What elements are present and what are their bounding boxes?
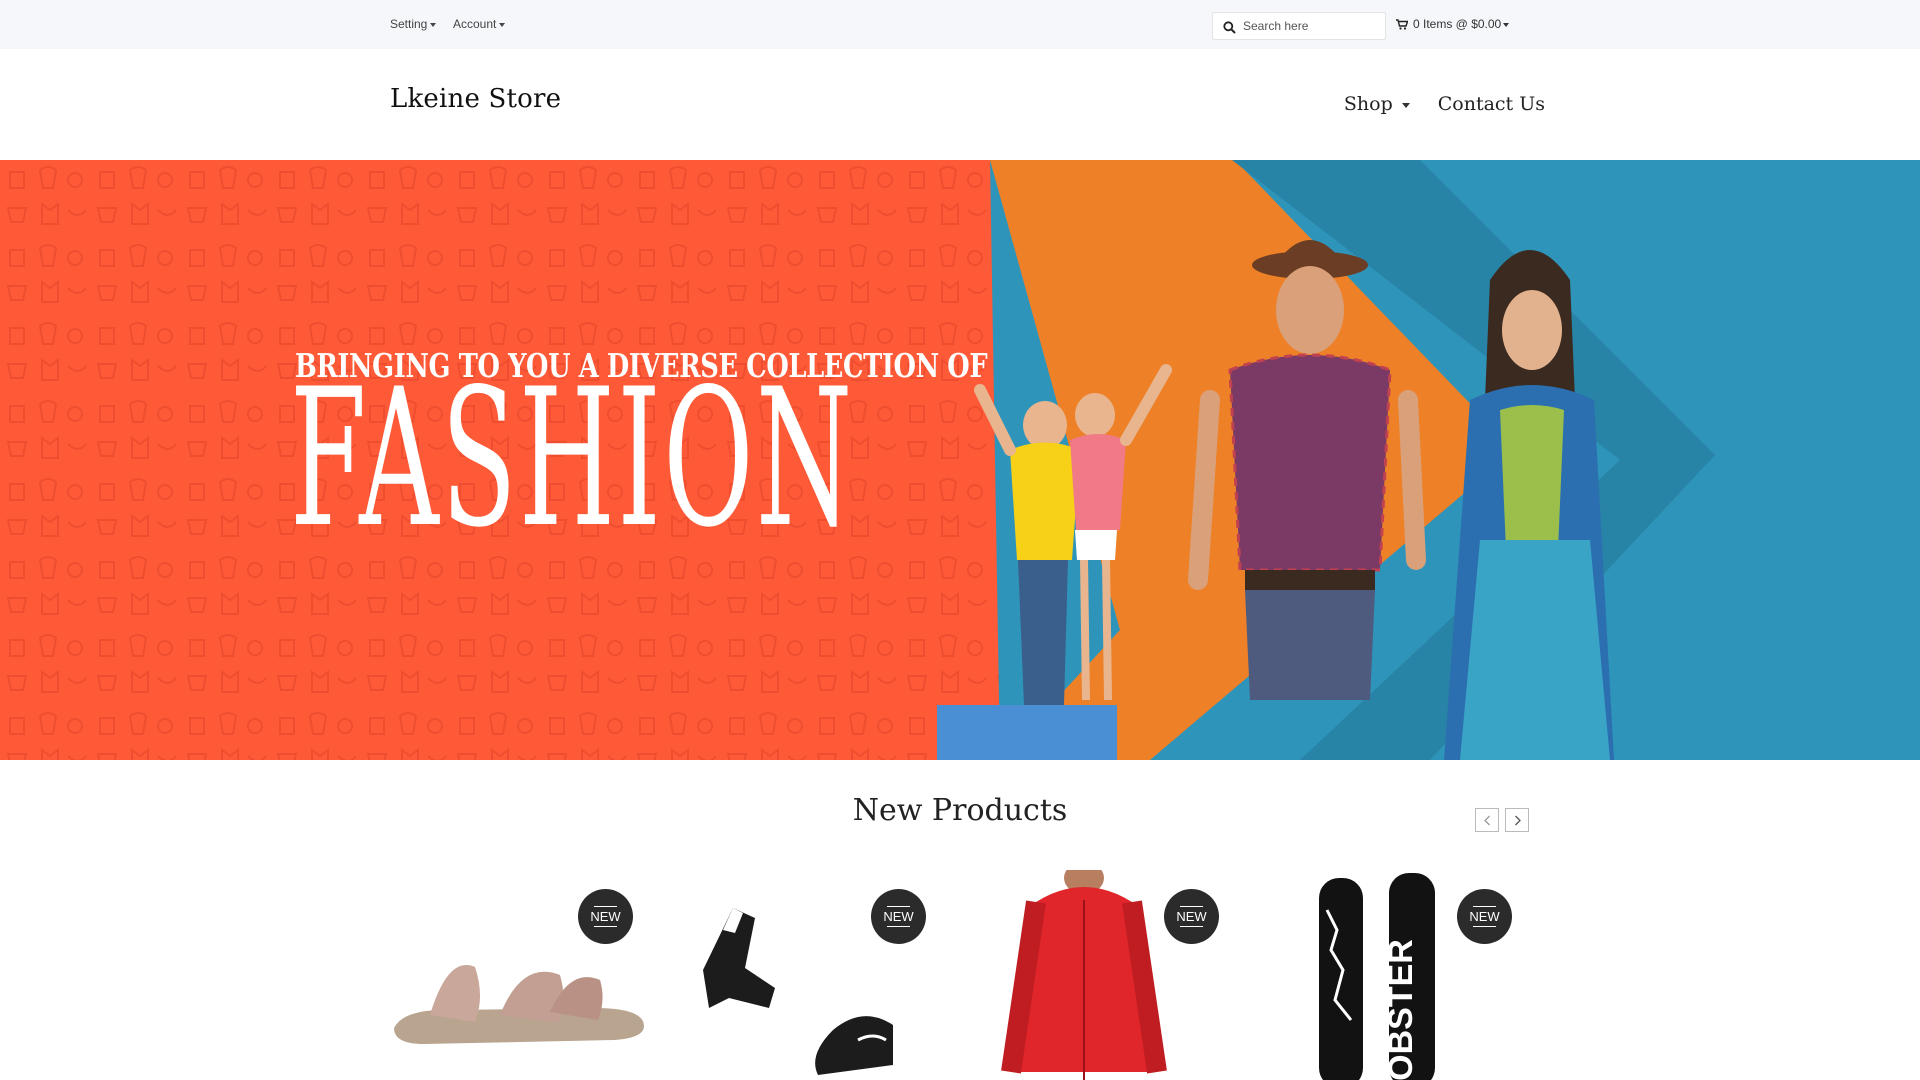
search-input[interactable] xyxy=(1243,17,1381,35)
new-badge: NEW xyxy=(871,889,926,944)
account-dropdown[interactable]: Account xyxy=(453,17,506,31)
caret-down-icon xyxy=(430,22,437,27)
carousel-next-button[interactable] xyxy=(1505,808,1529,832)
store-logo[interactable]: Lkeine Store xyxy=(390,84,561,114)
chevron-left-icon xyxy=(1484,815,1490,826)
product-card[interactable]: NEW xyxy=(976,870,1244,1080)
main-nav: Shop Contact Us xyxy=(1344,93,1545,115)
new-badge: NEW xyxy=(578,889,633,944)
search-box[interactable] xyxy=(1212,12,1386,40)
search-icon[interactable] xyxy=(1223,21,1236,34)
nav-contact-us[interactable]: Contact Us xyxy=(1438,93,1545,115)
nav-shop-label: Shop xyxy=(1343,93,1393,115)
product-card[interactable]: OBSTER NEW xyxy=(1269,870,1537,1080)
site-header: Lkeine Store Shop Contact Us xyxy=(0,49,1920,160)
hero-banner[interactable]: BRINGING TO YOU A DIVERSE COLLECTION OF … xyxy=(0,160,1920,760)
hero-background xyxy=(0,160,1920,760)
nav-shop[interactable]: Shop xyxy=(1344,93,1410,115)
product-carousel: NEW NEW NEW OBSTER NEW xyxy=(390,870,1530,1080)
new-badge: NEW xyxy=(1457,889,1512,944)
top-bar-container: Setting Account 0 Items @ $0.00 xyxy=(390,0,1530,49)
top-utility-bar: Setting Account 0 Items @ $0.00 xyxy=(0,0,1920,49)
caret-down-icon xyxy=(1503,22,1510,27)
setting-dropdown[interactable]: Setting xyxy=(390,17,437,31)
cart-dropdown[interactable]: 0 Items @ $0.00 xyxy=(1396,17,1510,31)
product-card[interactable]: NEW xyxy=(683,870,951,1080)
shopping-cart-icon xyxy=(1396,19,1409,30)
caret-down-icon xyxy=(499,22,506,27)
carousel-prev-button[interactable] xyxy=(1475,808,1499,832)
svg-text:OBSTER: OBSTER xyxy=(1382,939,1420,1080)
new-badge: NEW xyxy=(1164,889,1219,944)
pedestal xyxy=(937,705,1117,760)
chevron-right-icon xyxy=(1515,815,1521,826)
setting-label: Setting xyxy=(390,17,428,31)
hero-headline: FASHION xyxy=(290,348,855,569)
account-label: Account xyxy=(453,17,497,31)
section-title-new-products: New Products xyxy=(852,793,1068,828)
cart-summary: 0 Items @ $0.00 xyxy=(1413,17,1502,31)
product-card[interactable]: NEW xyxy=(390,870,658,1080)
caret-down-icon xyxy=(1401,102,1410,108)
